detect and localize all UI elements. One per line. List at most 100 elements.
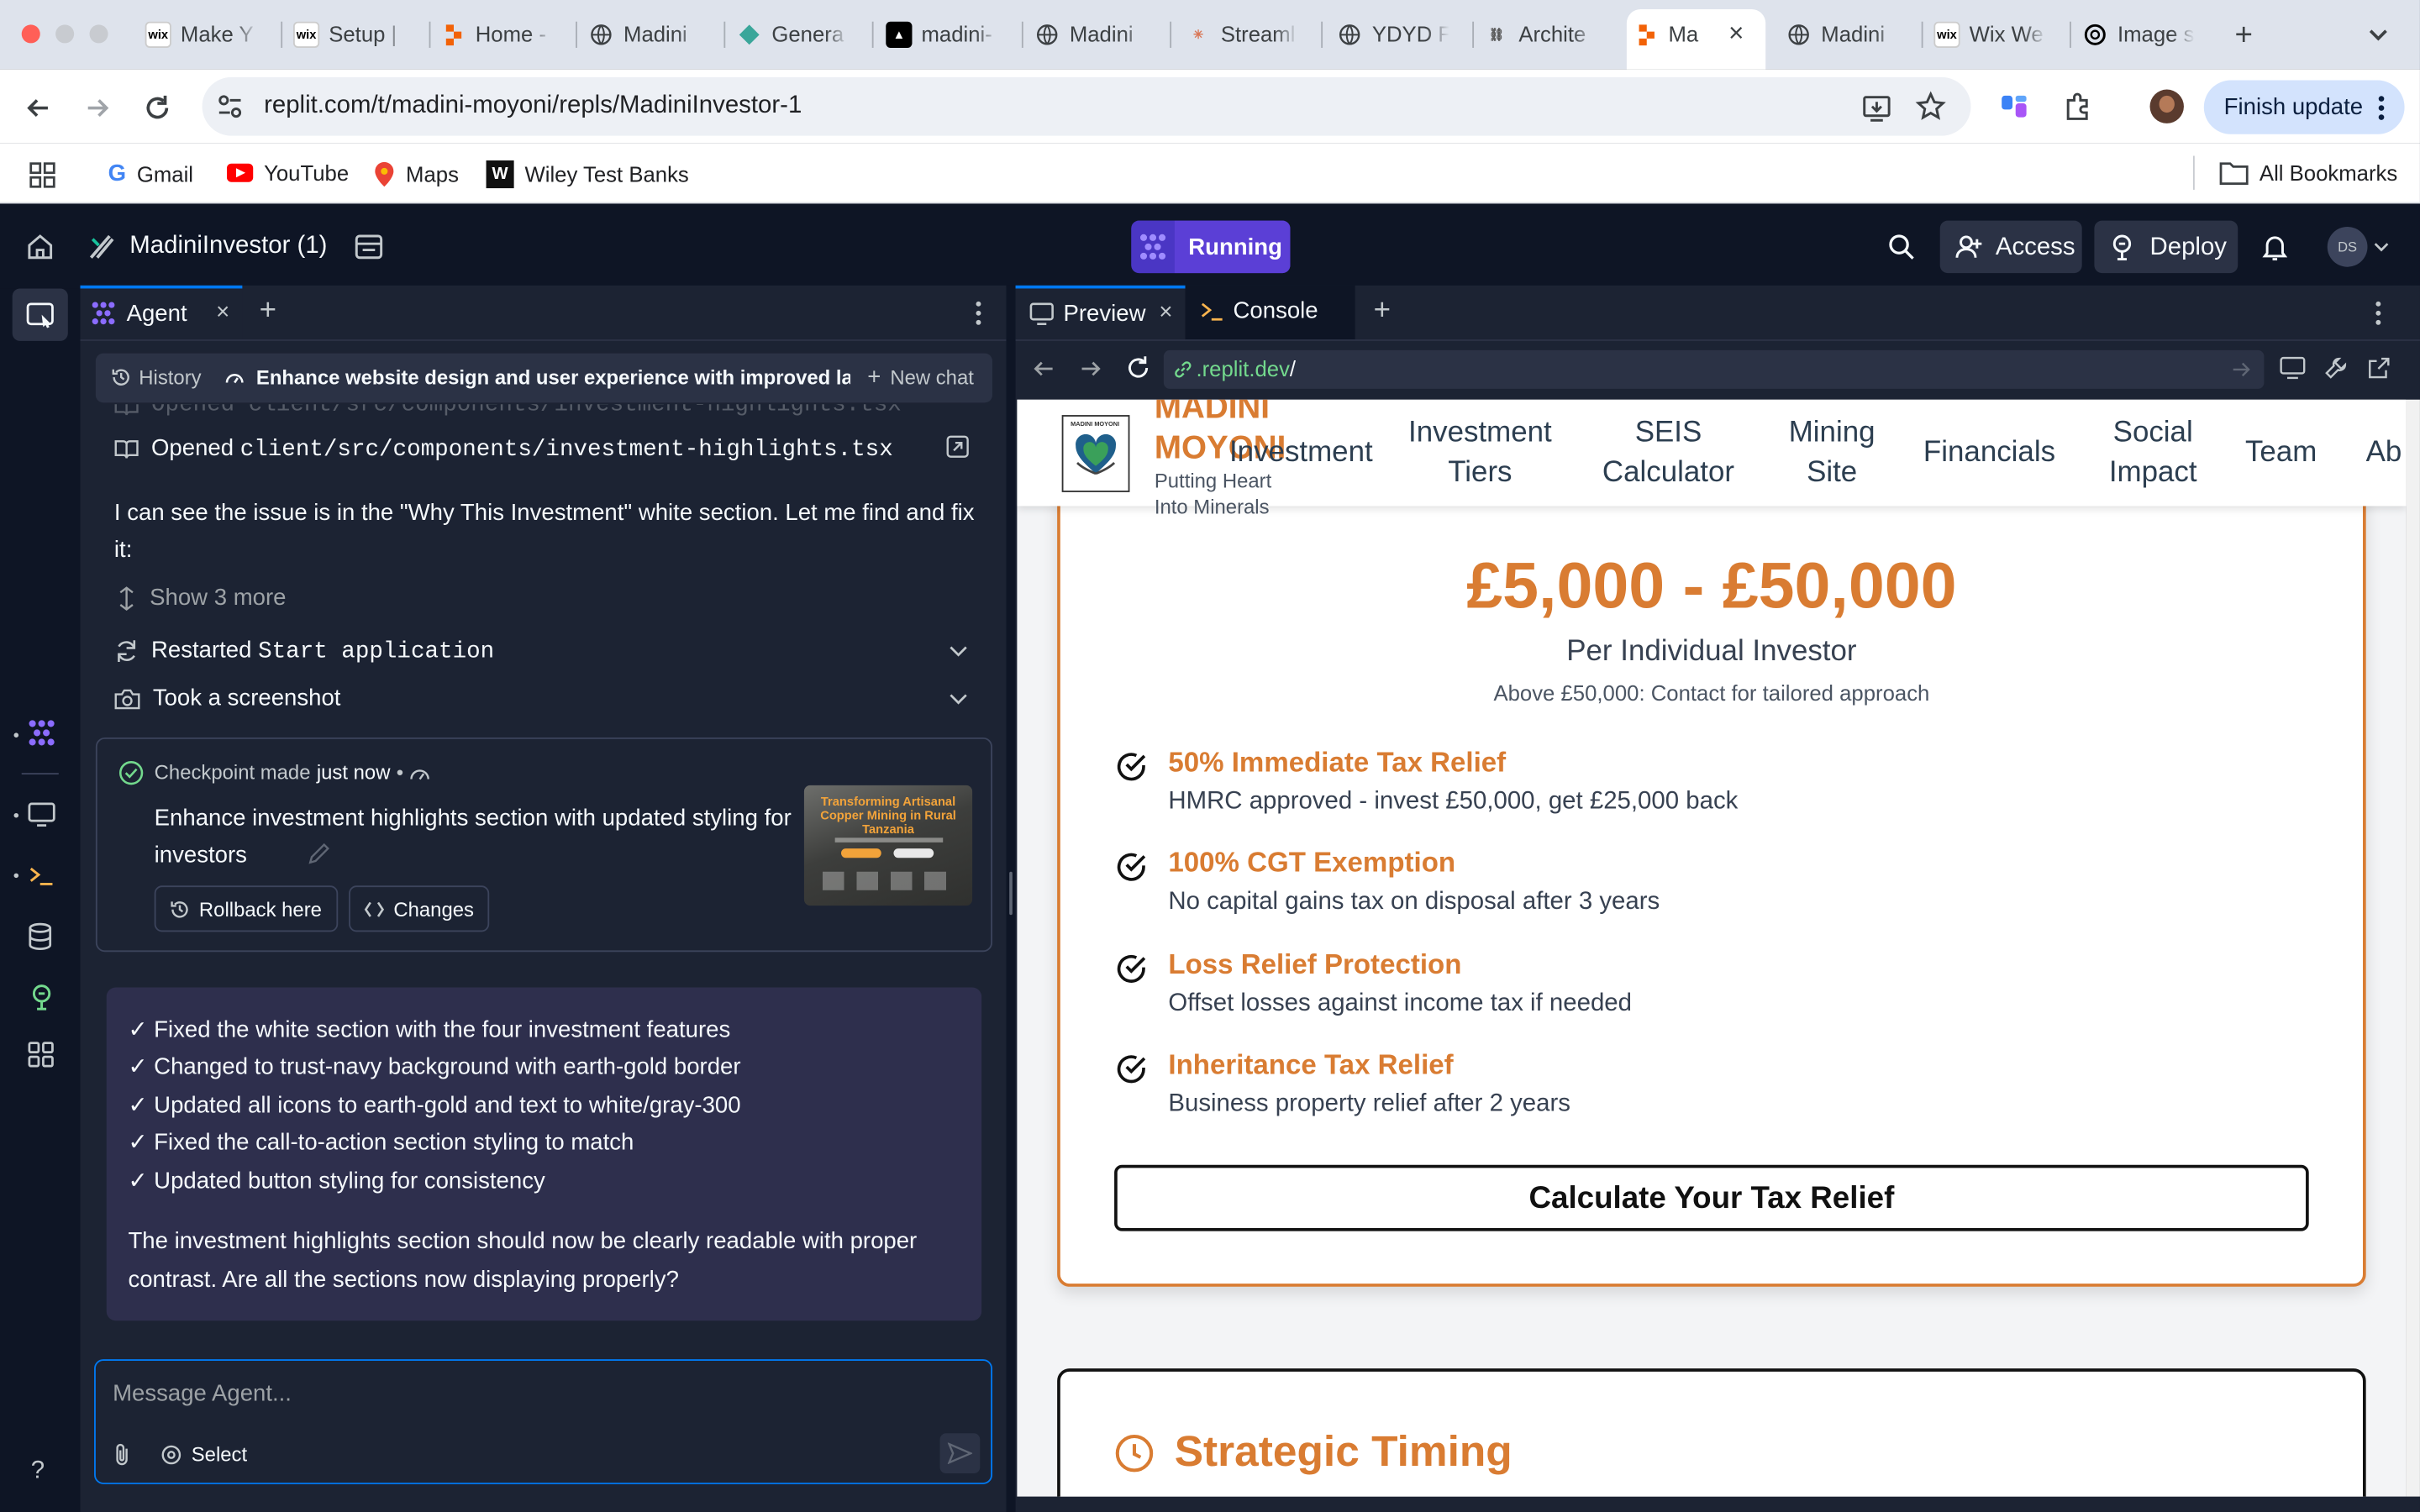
site-logo[interactable]: MADINI MOYONI [1061,415,1130,492]
browser-tab[interactable]: Madini [1028,13,1164,57]
browser-tab[interactable]: Madini [581,13,718,57]
browser-tab[interactable]: Home - [434,13,570,57]
extension-copilot-icon[interactable] [1999,91,2030,122]
access-button[interactable]: Access [1939,220,2082,274]
website-viewport[interactable]: MADINI MOYONI MADINI MOYONI Putting Hear… [1017,399,2407,1497]
add-tab-icon[interactable]: + [260,297,276,326]
browser-tab[interactable]: ▲ madini- [880,13,1016,57]
browser-tab[interactable]: Genera [730,13,866,57]
chevron-down-icon[interactable] [950,693,968,706]
browser-tab[interactable]: wix Setup | [287,13,424,57]
help-icon[interactable]: ? [31,1458,45,1486]
chevron-down-icon[interactable] [950,645,968,658]
console-rail-icon[interactable] [28,864,55,889]
new-tab-button[interactable]: + [2235,18,2253,54]
files-toggle-button[interactable] [12,288,68,341]
deploy-button[interactable]: Deploy [2094,220,2238,274]
nav-link[interactable]: Mining Site [1780,413,1885,494]
devtools-wrench-icon[interactable] [2324,356,2348,380]
forward-arrow-icon[interactable] [82,92,113,123]
browser-tab[interactable]: Ma × [1626,9,1766,70]
run-status-button[interactable]: Running [1131,220,1291,274]
open-new-window-icon[interactable] [2367,356,2391,380]
close-window-button[interactable] [21,24,40,44]
pane-menu-icon[interactable] [976,301,981,325]
extensions-puzzle-icon[interactable] [2062,91,2093,122]
project-info-icon[interactable] [354,233,385,260]
agent-rail-icon[interactable] [28,719,55,747]
webview-forward-icon[interactable] [1079,356,1103,381]
calculate-tax-relief-button[interactable]: Calculate Your Tax Relief [1114,1164,2309,1231]
deployments-rail-icon[interactable] [28,983,55,1011]
new-chat-button[interactable]: + New chat [867,365,974,389]
edit-pencil-icon[interactable] [308,843,331,866]
action-restarted[interactable]: Restarted Start application [114,638,494,665]
open-in-editor-icon[interactable] [946,435,970,459]
paperclip-icon[interactable] [111,1442,133,1467]
close-tab-icon[interactable]: × [1159,299,1172,325]
chat-scroll-area[interactable]: Opened client/src/components/investment-… [81,404,1007,1348]
send-button[interactable] [939,1433,981,1474]
changes-button[interactable]: Changes [349,885,490,932]
site-scrollbar[interactable] [2406,399,2420,1497]
database-icon[interactable] [28,922,52,950]
site-info-icon[interactable] [216,92,244,120]
tab-agent[interactable]: Agent × [80,285,243,340]
select-element-button[interactable]: Select [160,1442,247,1466]
history-button[interactable]: History [111,365,202,389]
finish-update-button[interactable]: Finish update [2203,80,2405,134]
tab-search-icon[interactable] [2366,22,2391,46]
action-screenshot[interactable]: Took a screenshot [114,685,340,711]
bookmark-wiley[interactable]: W Wiley Test Banks [486,160,689,189]
user-avatar[interactable]: DS [2327,226,2368,267]
chevron-down-icon[interactable] [2374,241,2389,254]
chat-title[interactable]: Enhance website design and user experien… [256,365,850,389]
all-tools-icon[interactable] [28,1042,54,1068]
add-tab-icon[interactable]: + [1374,297,1391,326]
back-arrow-icon[interactable] [24,92,55,123]
webview-url-bar[interactable]: .replit.dev/ [1163,349,2265,389]
message-agent-input[interactable]: Message Agent... [113,1381,292,1407]
nav-link[interactable]: SEIS Calculator [1591,413,1746,494]
action-opened-file[interactable]: Opened client/src/components/investment-… [114,435,893,463]
tab-preview[interactable]: Preview × [1015,285,1186,340]
rollback-button[interactable]: Rollback here [154,885,338,932]
reload-icon[interactable] [142,92,173,123]
nav-link[interactable]: Team [2241,433,2322,474]
browser-tab[interactable]: Madini [1780,13,1916,57]
bookmark-gmail[interactable]: G Gmail [108,160,193,186]
bookmark-youtube[interactable]: YouTube [226,160,349,185]
maximize-window-button[interactable] [89,24,108,44]
go-arrow-icon[interactable] [2232,360,2252,380]
browser-tab[interactable]: Image s [2075,13,2212,57]
apps-grid-icon[interactable] [29,162,55,188]
address-url[interactable]: replit.com/t/madini-moyoni/repls/MadiniI… [264,92,802,120]
search-icon[interactable] [1887,233,1915,260]
all-bookmarks-button[interactable]: All Bookmarks [2219,160,2397,185]
pane-menu-icon[interactable] [2375,301,2381,325]
show-more-button[interactable]: Show 3 more [118,585,286,611]
bookmark-maps[interactable]: Maps [373,160,459,188]
device-size-icon[interactable] [2280,356,2306,380]
tab-console[interactable]: Console [1185,285,1355,340]
brand-name-top[interactable]: MADINI [1155,400,1270,429]
install-app-icon[interactable] [1861,92,1892,123]
nav-link[interactable]: Financials [1922,433,2058,474]
profile-avatar[interactable] [2149,89,2184,123]
minimize-window-button[interactable] [55,24,75,44]
project-name[interactable]: MadiniInvestor (1) [129,233,327,260]
nav-link[interactable]: Investment Tiers [1397,413,1563,494]
nav-link[interactable]: Social Impact [2097,413,2208,494]
checkpoint-thumbnail[interactable]: Transforming Artisanal Copper Mining in … [803,785,973,906]
notifications-bell-icon[interactable] [2261,233,2289,261]
close-tab-icon[interactable]: × [216,299,229,325]
webview-back-icon[interactable] [1031,356,1055,381]
browser-tab[interactable]: YDYD F [1330,13,1466,57]
webview-reload-icon[interactable] [1125,354,1151,381]
browser-tab[interactable]: ✳ Streaml [1179,13,1315,57]
browser-tab[interactable]: ⛓ Archite [1477,13,1613,57]
browser-tab[interactable]: wix Make Y [139,13,275,57]
bookmark-star-icon[interactable] [1915,91,1946,122]
browser-tab[interactable]: wix Wix We [1928,13,2064,57]
nav-link[interactable]: Investment [1216,433,1386,474]
